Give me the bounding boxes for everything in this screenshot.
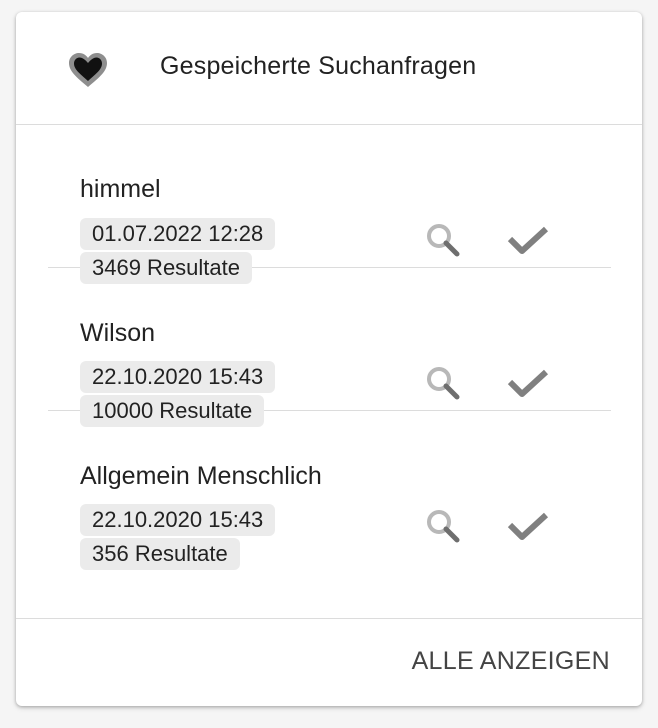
date-chip: 22.10.2020 15:43 <box>80 361 276 393</box>
card-footer: ALLE ANZEIGEN <box>16 618 642 706</box>
check-icon[interactable] <box>504 503 552 551</box>
card-header: Gespeicherte Suchanfragen <box>16 12 642 125</box>
results-chip: 356 Resultate <box>80 538 240 570</box>
search-name: Wilson <box>80 319 156 347</box>
date-chip: 01.07.2022 12:28 <box>80 218 276 250</box>
saved-search-item: Allgemein Menschlich 22.10.2020 15:43 35… <box>48 411 611 570</box>
heart-icon <box>66 50 110 90</box>
search-icon[interactable] <box>420 217 468 265</box>
check-icon[interactable] <box>504 217 552 265</box>
card-title: Gespeicherte Suchanfragen <box>160 52 477 80</box>
search-icon[interactable] <box>420 360 468 408</box>
date-chip: 22.10.2020 15:43 <box>80 504 276 536</box>
show-all-button[interactable]: ALLE ANZEIGEN <box>412 647 610 676</box>
search-icon[interactable] <box>420 503 468 551</box>
saved-search-item: himmel 01.07.2022 12:28 3469 Resultate <box>48 125 611 284</box>
search-name: himmel <box>80 175 161 203</box>
saved-searches-card: Gespeicherte Suchanfragen himmel 01.07.2… <box>16 12 642 706</box>
check-icon[interactable] <box>504 360 552 408</box>
saved-search-item: Wilson 22.10.2020 15:43 10000 Resultate <box>48 268 611 427</box>
search-name: Allgemein Menschlich <box>80 462 322 490</box>
